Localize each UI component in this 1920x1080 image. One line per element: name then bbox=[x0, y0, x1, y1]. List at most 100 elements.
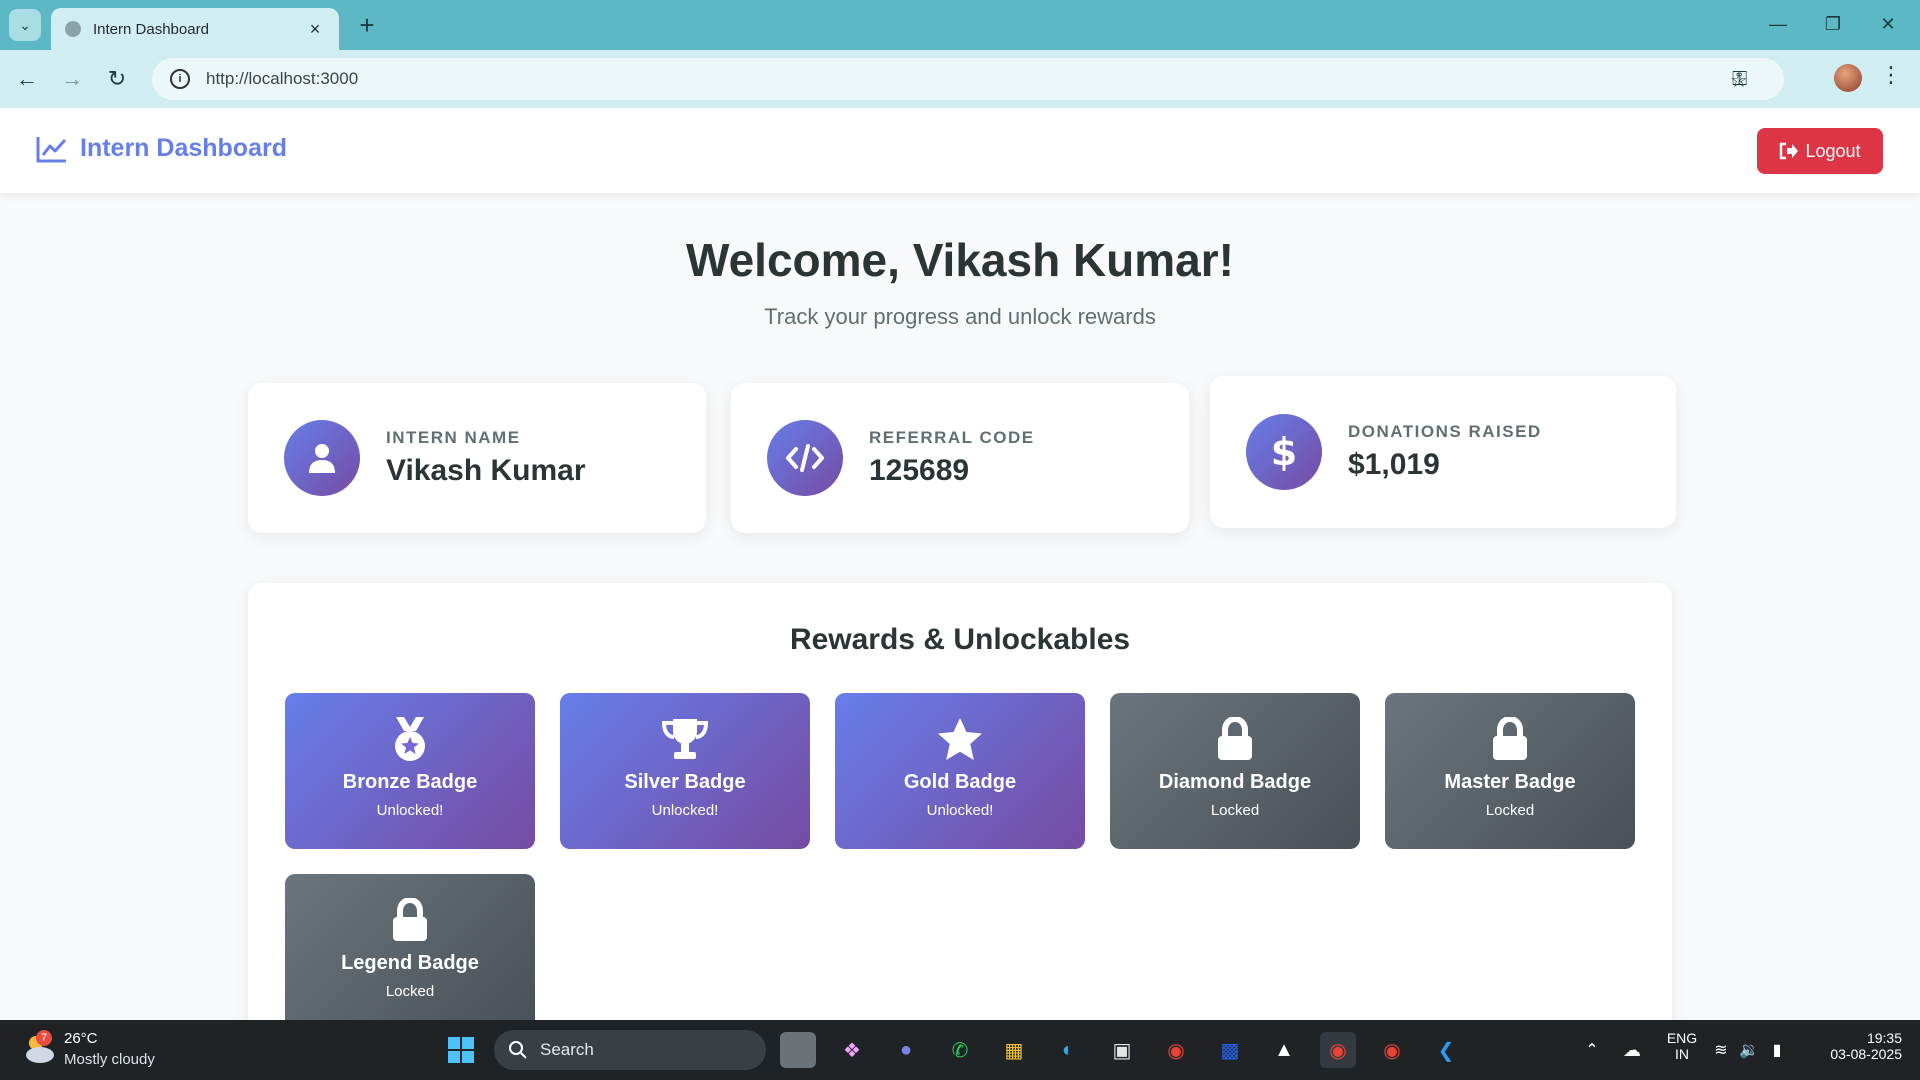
badge-silver[interactable]: Silver Badge Unlocked! bbox=[560, 693, 810, 849]
badge-name: Gold Badge bbox=[903, 771, 1017, 793]
stat-value: Vikash Kumar bbox=[386, 454, 586, 487]
app-icon[interactable]: ▩ bbox=[1212, 1032, 1248, 1068]
page-content: Intern Dashboard Logout Welcome, Vikash … bbox=[0, 108, 1920, 1020]
rewards-section: Rewards & Unlockables Bronze Badge Unloc… bbox=[248, 583, 1672, 1020]
logout-button[interactable]: Logout bbox=[1757, 128, 1883, 174]
profile-avatar[interactable] bbox=[1834, 64, 1862, 92]
vscode-icon[interactable]: ❮ bbox=[1428, 1032, 1464, 1068]
badge-status: Locked bbox=[1485, 802, 1535, 819]
stat-label: Donations Raised bbox=[1348, 422, 1542, 441]
volume-icon[interactable]: 🔉 bbox=[1736, 1032, 1762, 1068]
stat-value: $1,019 bbox=[1348, 448, 1440, 481]
android-studio-icon[interactable]: ▲ bbox=[1266, 1032, 1302, 1068]
search-icon bbox=[509, 1041, 527, 1059]
badge-master[interactable]: Master Badge Locked bbox=[1385, 693, 1635, 849]
badge-status: Locked bbox=[385, 983, 435, 1000]
site-info-icon[interactable]: i bbox=[170, 69, 190, 89]
wifi-icon[interactable]: ≋ bbox=[1708, 1032, 1734, 1068]
badge-status: Unlocked! bbox=[376, 802, 444, 819]
badge-name: Master Badge bbox=[1444, 771, 1576, 793]
language-line2: IN bbox=[1675, 1046, 1689, 1062]
chrome-profile-2-icon[interactable]: ◉ bbox=[1374, 1032, 1410, 1068]
onedrive-cloud-icon[interactable]: ☁ bbox=[1614, 1032, 1650, 1068]
taskbar-search[interactable]: Search bbox=[494, 1030, 766, 1070]
stat-value: 125689 bbox=[869, 454, 970, 487]
copilot-icon[interactable]: ❖ bbox=[834, 1032, 870, 1068]
address-bar[interactable]: i http://localhost:3000 ⚿ ☆ bbox=[152, 58, 1784, 100]
language-line1: ENG bbox=[1666, 1030, 1698, 1046]
badge-name: Silver Badge bbox=[624, 771, 746, 793]
search-label: Search bbox=[540, 1040, 594, 1059]
logout-label: Logout bbox=[1805, 140, 1861, 161]
lock-icon bbox=[386, 896, 434, 944]
sign-out-icon bbox=[1780, 142, 1799, 160]
minimize-button[interactable]: — bbox=[1758, 8, 1798, 40]
task-view-icon[interactable] bbox=[780, 1032, 816, 1068]
browser-toolbar: ← → ↻ i http://localhost:3000 ⚿ ☆ ⋮ bbox=[0, 50, 1920, 108]
stat-card-referral-code: Referral Code 125689 bbox=[731, 383, 1189, 533]
clock-time: 19:35 bbox=[1866, 1030, 1902, 1046]
badge-status: Unlocked! bbox=[926, 802, 994, 819]
tab-search-button[interactable]: ⌄ bbox=[9, 9, 41, 41]
rewards-title: Rewards & Unlockables bbox=[789, 623, 1131, 656]
teams-icon[interactable]: ● bbox=[888, 1032, 924, 1068]
weather-description: Mostly cloudy bbox=[64, 1051, 155, 1068]
badge-gold[interactable]: Gold Badge Unlocked! bbox=[835, 693, 1085, 849]
clock[interactable]: 19:35 03-08-2025 bbox=[1806, 1030, 1902, 1062]
file-explorer-icon[interactable]: ▦ bbox=[996, 1032, 1032, 1068]
lock-icon bbox=[1486, 715, 1534, 763]
medal-icon bbox=[386, 715, 434, 763]
close-icon[interactable]: × bbox=[305, 19, 325, 40]
welcome-subtitle: Track your progress and unlock rewards bbox=[764, 304, 1156, 329]
brand-title: Intern Dashboard bbox=[80, 134, 287, 162]
url-text: http://localhost:3000 bbox=[206, 69, 359, 88]
app-navbar: Intern Dashboard Logout bbox=[0, 108, 1920, 193]
star-icon bbox=[936, 715, 984, 763]
tab-title: Intern Dashboard bbox=[93, 20, 209, 38]
close-window-button[interactable]: ✕ bbox=[1868, 8, 1908, 40]
weather-cloud-icon[interactable]: 7 bbox=[22, 1030, 56, 1064]
stat-card-intern-name: Intern Name Vikash Kumar bbox=[248, 383, 706, 533]
badge-status: Locked bbox=[1210, 802, 1260, 819]
lock-icon bbox=[1211, 715, 1259, 763]
back-button[interactable]: ← bbox=[10, 62, 44, 96]
weather-alert-badge: 7 bbox=[36, 1030, 52, 1046]
badge-diamond[interactable]: Diamond Badge Locked bbox=[1110, 693, 1360, 849]
bookmark-star-icon[interactable]: ☆ bbox=[1730, 68, 1748, 93]
badge-name: Diamond Badge bbox=[1158, 771, 1312, 793]
code-icon bbox=[767, 420, 843, 496]
badge-bronze[interactable]: Bronze Badge Unlocked! bbox=[285, 693, 535, 849]
badge-legend[interactable]: Legend Badge Locked bbox=[285, 874, 535, 1020]
restore-button[interactable]: ❐ bbox=[1813, 8, 1853, 40]
dollar-icon: $ bbox=[1246, 414, 1322, 490]
clock-date: 03-08-2025 bbox=[1830, 1046, 1902, 1062]
stat-label: Referral Code bbox=[869, 428, 1035, 447]
taskbar: 7 26°C Mostly cloudy Search ❖ ● ✆ ▦ ◐ ▣ … bbox=[0, 1020, 1920, 1080]
trophy-icon bbox=[661, 715, 709, 763]
user-icon bbox=[284, 420, 360, 496]
badge-name: Legend Badge bbox=[341, 952, 479, 974]
stat-card-donations: $ Donations Raised $1,019 bbox=[1210, 376, 1676, 528]
badge-name: Bronze Badge bbox=[342, 771, 478, 793]
globe-icon bbox=[65, 21, 81, 37]
store-icon[interactable]: ▣ bbox=[1104, 1032, 1140, 1068]
chevron-up-icon[interactable]: ⌃ bbox=[1574, 1032, 1610, 1068]
brand[interactable]: Intern Dashboard bbox=[36, 134, 287, 163]
edge-icon[interactable]: ◐ bbox=[1050, 1032, 1086, 1068]
new-tab-button[interactable]: + bbox=[352, 10, 382, 40]
menu-kebab-icon[interactable]: ⋮ bbox=[1880, 62, 1902, 88]
weather-temperature: 26°C bbox=[64, 1030, 98, 1047]
battery-icon[interactable]: ▮ bbox=[1764, 1032, 1790, 1068]
windows-start-icon[interactable] bbox=[443, 1032, 479, 1068]
browser-tab[interactable]: Intern Dashboard × bbox=[51, 8, 339, 50]
welcome-heading: Welcome, Vikash Kumar! bbox=[686, 234, 1234, 286]
chart-line-icon bbox=[36, 136, 67, 162]
badge-status: Unlocked! bbox=[651, 802, 719, 819]
chrome-profile-icon[interactable]: ◉ bbox=[1320, 1032, 1356, 1068]
reload-button[interactable]: ↻ bbox=[100, 62, 134, 96]
language-indicator[interactable]: ENG IN bbox=[1664, 1030, 1700, 1062]
whatsapp-icon[interactable]: ✆ bbox=[942, 1032, 978, 1068]
stat-label: Intern Name bbox=[386, 428, 521, 447]
chrome-icon[interactable]: ◉ bbox=[1158, 1032, 1194, 1068]
forward-button[interactable]: → bbox=[55, 62, 89, 96]
